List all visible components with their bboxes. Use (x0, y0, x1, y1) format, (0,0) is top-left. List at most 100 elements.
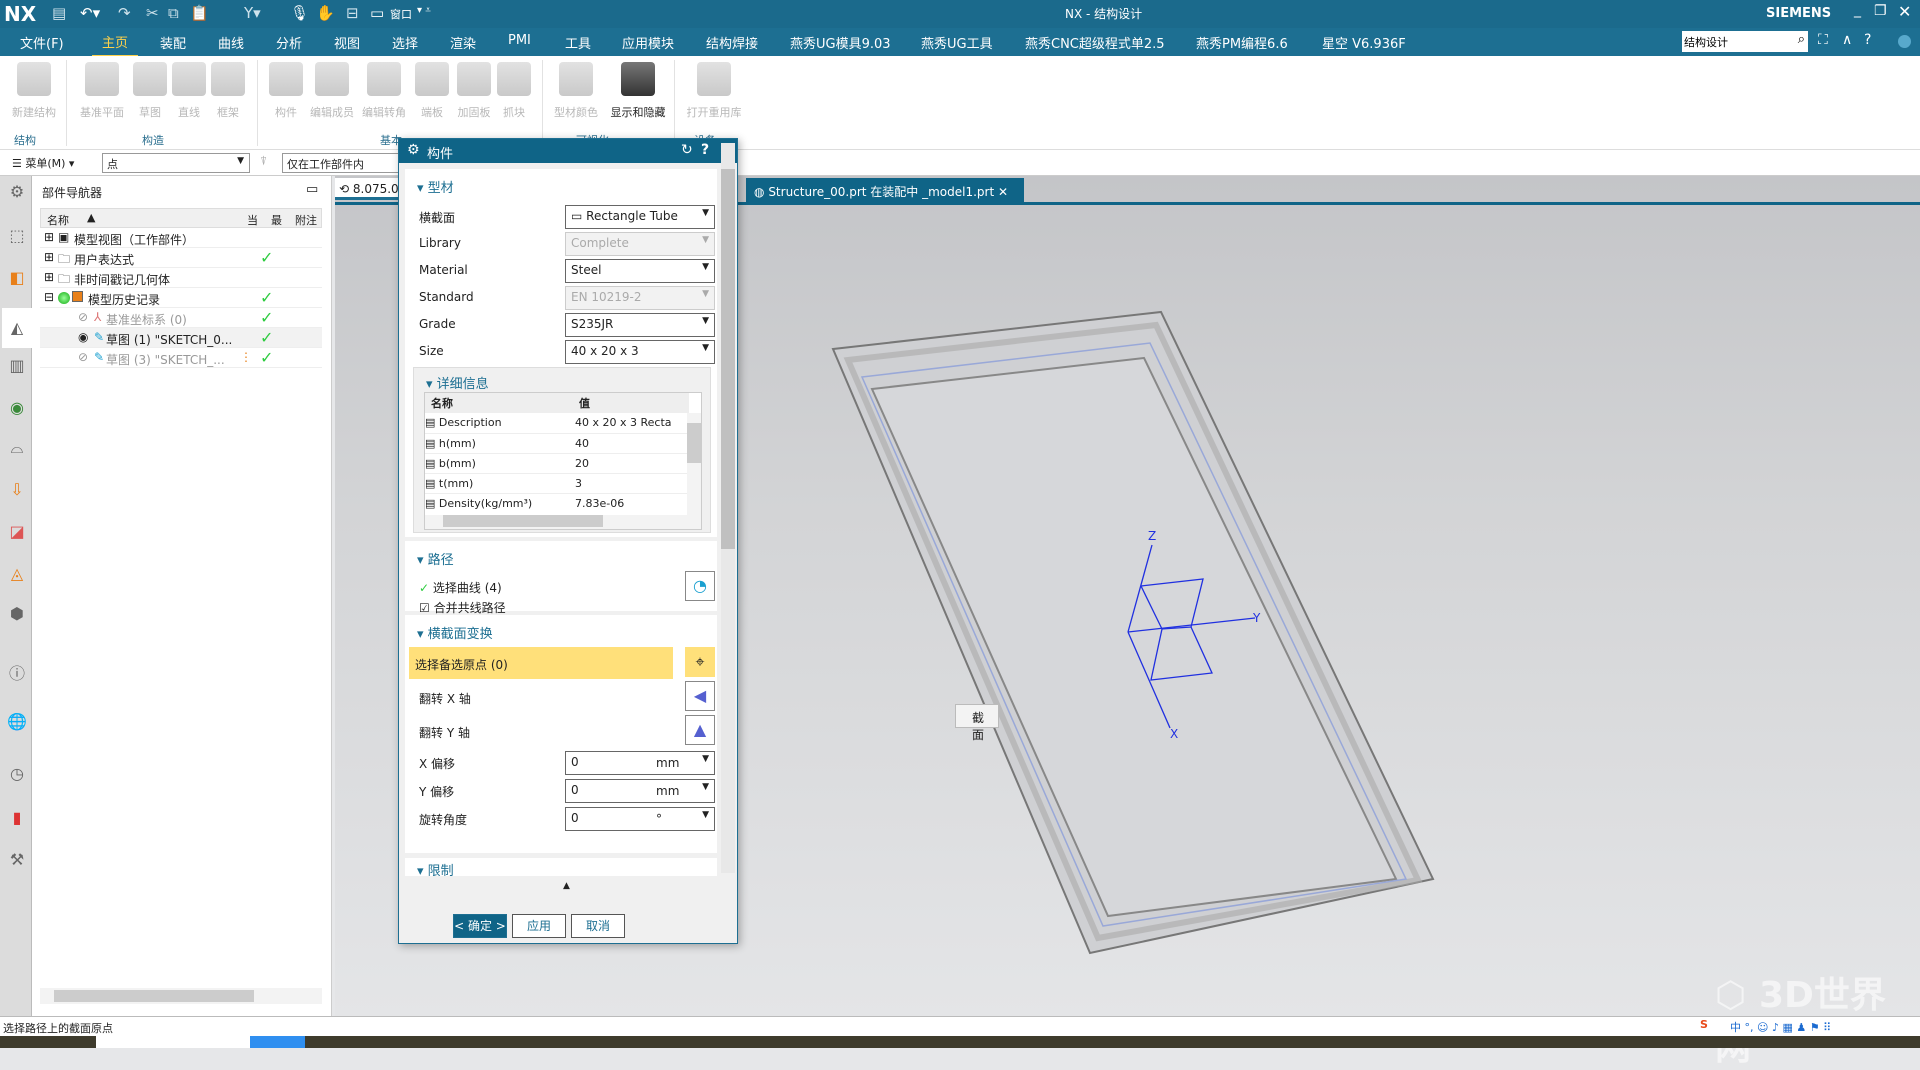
table-row[interactable]: ▤ t(mm) 3 (425, 473, 689, 493)
column-name[interactable]: 名称 (47, 212, 69, 228)
section-transform-header[interactable]: ▾ 横截面变换 (417, 623, 493, 642)
clip-button[interactable]: 抓块 (488, 62, 540, 120)
table-row[interactable]: ▤ Density(kg/mm³) 7.83e-06 (425, 493, 689, 513)
tools-icon[interactable]: ⚒ (6, 850, 28, 872)
tree-row-sketch-3[interactable]: ⊘ ✎ 草图 (3) "SKETCH_... ⋮ ✓ (40, 348, 322, 368)
member-button[interactable]: 构件 (260, 62, 312, 120)
history-icon[interactable]: ⇩ (6, 480, 28, 502)
table-row[interactable]: ▤ Description 40 x 20 x 3 Recta (425, 413, 689, 433)
copy-icon[interactable]: ⧉ (168, 4, 179, 22)
tab-application[interactable]: 应用模块 (622, 33, 674, 52)
search-icon[interactable]: ⌕ (1798, 32, 1805, 47)
customize-dropdown-icon[interactable]: ▾ ⩡ (417, 5, 431, 16)
tab-home[interactable]: 主页 (92, 32, 139, 58)
help-icon[interactable]: ? (1864, 32, 1871, 48)
point-dialog-button[interactable]: ⌖ (685, 647, 715, 677)
details-header[interactable]: ▾ 详细信息 (426, 373, 489, 392)
tab-xingkong[interactable]: 星空 V6.936F (1322, 33, 1406, 52)
tab-assembly[interactable]: 装配 (160, 33, 186, 52)
flip-x-button[interactable]: ◀ (685, 681, 715, 711)
microphone-icon[interactable]: 🎙 (290, 4, 309, 22)
type-filter-select[interactable]: 点 ▼ (102, 153, 250, 173)
touch-mode-icon[interactable]: ✋ (316, 4, 335, 22)
flip-y-button[interactable]: ▲ (685, 715, 715, 745)
color-palette-icon[interactable]: ▮ (6, 808, 28, 830)
selection-scope-select[interactable]: 仅在工作部件内 (282, 153, 402, 173)
assembly-navigator-icon[interactable]: ⬚ (6, 226, 28, 248)
tab-tools[interactable]: 工具 (565, 33, 591, 52)
merge-collinear-checkbox[interactable]: ☑ 合并共线路径 (419, 599, 506, 616)
section-limits-header[interactable]: ▾ 限制 (417, 860, 454, 876)
taskbar-search[interactable] (96, 1036, 250, 1048)
ok-button[interactable]: < 确定 > (453, 914, 507, 938)
history-clock-icon[interactable]: ◷ (6, 764, 28, 786)
info-icon[interactable]: ⓘ (6, 660, 28, 683)
help-icon[interactable]: ? (701, 142, 709, 158)
section-profile-header[interactable]: ▾ 型材 (417, 177, 454, 196)
show-hide-button[interactable]: 显示和隐藏 (606, 62, 670, 120)
column-current[interactable]: 当 (247, 212, 258, 228)
tree-row-timeless-geometry[interactable]: ⊞ 🗀 非时间戳记几何体 (40, 268, 322, 288)
details-horizontal-scrollbar[interactable] (425, 515, 701, 529)
y-offset-input[interactable]: 0 mm ▼ (565, 779, 715, 803)
filter-icon[interactable]: ⍒ (260, 154, 267, 169)
web-browser-icon[interactable]: 🌐 (6, 712, 28, 734)
tab-yanxiu-cnc[interactable]: 燕秀CNC超级程式单2.5 (1025, 33, 1165, 52)
menu-button[interactable]: ☰ 菜单(M) ▾ (12, 155, 74, 171)
reuse-library-icon[interactable]: ▥ (6, 356, 28, 378)
window-menu[interactable]: 窗口 (390, 6, 412, 22)
open-reuse-library-button[interactable]: 打开重用库 (684, 62, 744, 120)
dialog-scrollbar[interactable] (721, 143, 735, 873)
profile-color-button[interactable]: 型材颜色 (550, 62, 602, 120)
tab-select[interactable]: 选择 (392, 33, 418, 52)
horizontal-scrollbar[interactable] (40, 988, 322, 1004)
table-row[interactable]: ▤ h(mm) 40 (425, 433, 689, 453)
tab-yanxiu-pm[interactable]: 燕秀PM编程6.6 (1196, 33, 1288, 52)
reset-icon[interactable]: ↻ (681, 142, 693, 158)
tab-render[interactable]: 渲染 (450, 33, 476, 52)
group-structure[interactable]: 结构 (14, 132, 36, 148)
window-icon[interactable]: ▭ (370, 4, 384, 22)
sort-ascending-icon[interactable]: ▲ (87, 211, 95, 224)
column-latest[interactable]: 最 (271, 212, 282, 228)
dialog-titlebar[interactable]: ⚙ 构件 ↻ ? ✕ (399, 139, 737, 163)
tree-row-model-views[interactable]: ⊞ ▣ 模型视图（工作部件） (40, 228, 322, 248)
tree-row-sketch-1[interactable]: ◉ ✎ 草图 (1) "SKETCH_0... ✓ (40, 328, 322, 348)
size-select[interactable]: 40 x 20 x 3 ▼ (565, 340, 715, 364)
tab-yanxiu-tools[interactable]: 燕秀UG工具 (921, 33, 993, 52)
close-button[interactable]: ✕ (1898, 2, 1911, 21)
curve-rule-button[interactable]: ◔ (685, 571, 715, 601)
new-structure-button[interactable]: 新建结构 (8, 62, 60, 120)
roles-icon[interactable]: ⌓ (6, 438, 28, 460)
part-navigator-icon[interactable]: ◭ (2, 308, 32, 348)
maximize-icon[interactable]: ▭ (306, 182, 318, 197)
edit-corner-button[interactable]: 编辑转角 (358, 62, 410, 120)
collapse-ribbon-icon[interactable]: ∧ (1842, 32, 1852, 48)
tab-structure-weld[interactable]: 结构焊接 (706, 33, 758, 52)
cancel-button[interactable]: 取消 (571, 914, 625, 938)
save-icon[interactable]: ▤ (52, 4, 66, 22)
section-path-header[interactable]: ▾ 路径 (417, 549, 454, 568)
mesh-icon[interactable]: ⬢ (6, 604, 28, 626)
apply-button[interactable]: 应用 (512, 914, 566, 938)
tree-row-model-history[interactable]: ⊟ 模型历史记录 ✓ (40, 288, 322, 308)
settings-icon[interactable]: ⚙ (6, 182, 28, 204)
frame-button[interactable]: 框架 (202, 62, 254, 120)
rotation-input[interactable]: 0 ° ▼ (565, 807, 715, 831)
ime-logo-icon[interactable]: S (1700, 1018, 1708, 1031)
view-icon[interactable]: ◉ (6, 398, 28, 420)
grade-select[interactable]: S235JR ▼ (565, 313, 715, 337)
tab-view[interactable]: 视图 (334, 33, 360, 52)
minimize-button[interactable]: _ (1854, 2, 1861, 18)
datum-plane-button[interactable]: 基准平面 (76, 62, 128, 120)
paste-icon[interactable]: 📋 (190, 4, 209, 22)
pmi-icon[interactable]: ◬ (6, 564, 28, 586)
tab-analysis[interactable]: 分析 (276, 33, 302, 52)
group-construct[interactable]: 构造 (142, 132, 164, 148)
details-vertical-scrollbar[interactable] (687, 413, 701, 515)
fullscreen-icon[interactable]: ⛶ (1818, 32, 1828, 48)
section-label-tooltip[interactable]: 截面 (955, 704, 999, 742)
constraint-navigator-icon[interactable]: ◧ (6, 268, 28, 290)
tab-pmi[interactable]: PMI (508, 33, 531, 48)
layout-icon[interactable]: ⊟ (346, 4, 359, 22)
